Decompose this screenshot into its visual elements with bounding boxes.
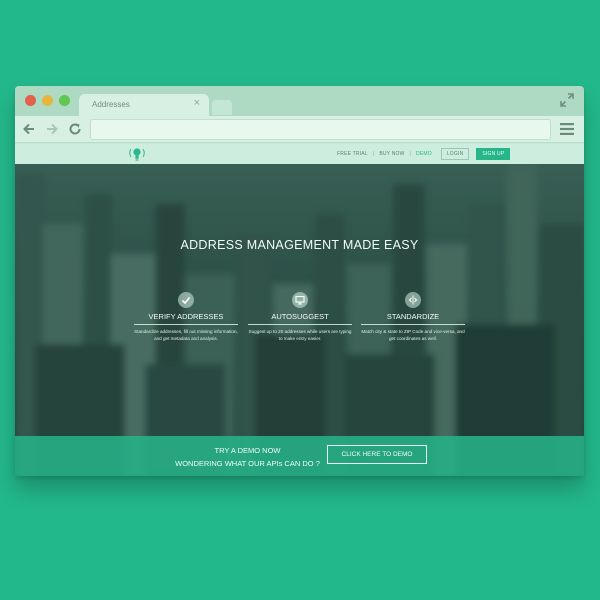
swap-arrows-icon (405, 292, 421, 308)
checkmark-icon (178, 292, 194, 308)
browser-toolbar (15, 116, 584, 143)
address-bar[interactable] (90, 119, 551, 140)
demo-button[interactable]: CLICK HERE TO DEMO (327, 445, 427, 464)
back-arrow-icon[interactable] (22, 122, 36, 136)
close-window-button[interactable] (25, 95, 36, 106)
nav-demo[interactable]: DEMO (416, 151, 432, 157)
site-nav: FREE TRIAL | BUY NOW | DEMO LOGIN SIGN U… (337, 144, 511, 164)
feature-autosuggest: AUTOSUGGEST Suggest up to 20 addresses w… (248, 292, 352, 342)
nav-buy-now[interactable]: BUY NOW (379, 151, 404, 157)
feature-title: VERIFY ADDRESSES (134, 312, 238, 325)
reload-icon[interactable] (68, 122, 82, 136)
menu-icon[interactable] (560, 123, 574, 135)
maximize-window-button[interactable] (59, 95, 70, 106)
nav-free-trial[interactable]: FREE TRIAL (337, 151, 368, 157)
tab-strip: Addresses × (15, 86, 584, 116)
hero-section: ADDRESS MANAGEMENT MADE EASY VERIFY ADDR… (15, 164, 584, 476)
browser-window: Addresses × FREE TRIAL | BUY NOW | DEMO … (15, 86, 584, 476)
cta-line-2: WONDERING WHAT OUR APIs CAN DO ? (175, 459, 320, 468)
nav-separator: | (372, 151, 375, 157)
cta-line-1: TRY A DEMO NOW (214, 446, 281, 455)
feature-verify: VERIFY ADDRESSES Standardize addresses, … (134, 292, 238, 342)
feature-standardize: STANDARDIZE Match city & state to ZIP Co… (361, 292, 465, 342)
forward-arrow-icon[interactable] (45, 122, 59, 136)
minimize-window-button[interactable] (42, 95, 53, 106)
login-button[interactable]: LOGIN (440, 148, 470, 160)
tab-title: Addresses (92, 100, 130, 109)
fullscreen-icon[interactable] (560, 93, 574, 107)
feature-description: Match city & state to ZIP Code and vice-… (361, 329, 465, 341)
feature-title: AUTOSUGGEST (248, 312, 352, 325)
feature-description: Standardize addresses, fill out missing … (134, 329, 238, 341)
lightbulb-icon[interactable] (128, 145, 146, 163)
nav-separator: | (409, 151, 412, 157)
cta-text: TRY A DEMO NOW WONDERING WHAT OUR APIs C… (170, 444, 325, 470)
signup-button[interactable]: SIGN UP (476, 148, 511, 160)
window-controls (25, 95, 70, 106)
cta-bar: TRY A DEMO NOW WONDERING WHAT OUR APIs C… (15, 436, 584, 476)
feature-description: Suggest up to 20 addresses while users a… (248, 329, 352, 341)
new-tab-button[interactable] (211, 99, 233, 115)
site-header: FREE TRIAL | BUY NOW | DEMO LOGIN SIGN U… (15, 144, 584, 164)
hero-title: ADDRESS MANAGEMENT MADE EASY (180, 238, 419, 252)
feature-title: STANDARDIZE (361, 312, 465, 325)
monitor-icon (292, 292, 308, 308)
tab-close-icon[interactable]: × (194, 97, 200, 109)
browser-tab[interactable]: Addresses × (79, 94, 209, 116)
